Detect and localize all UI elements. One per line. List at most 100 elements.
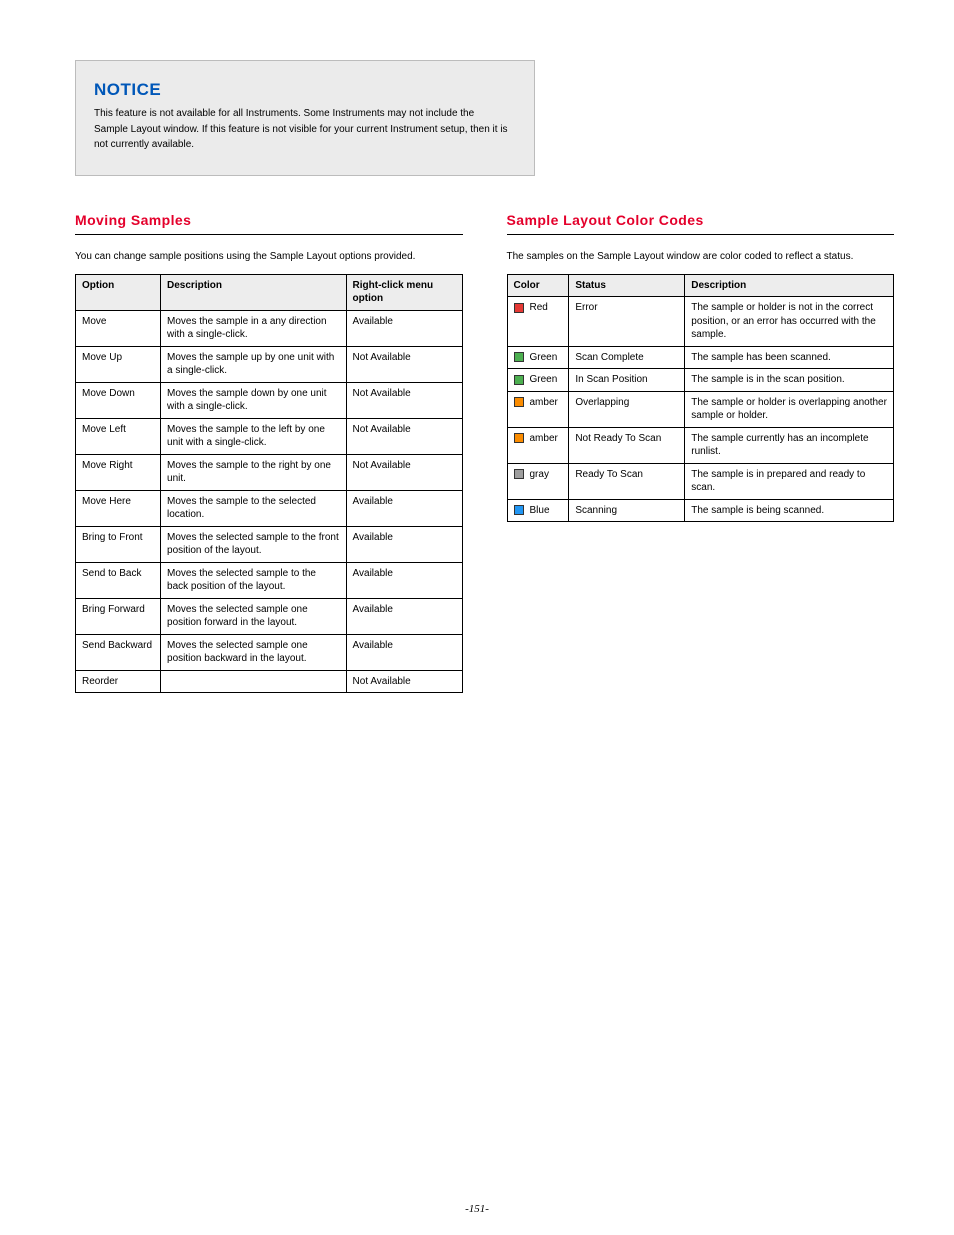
cell-option: Move [76,310,161,346]
cell-option: Move Right [76,454,161,490]
color-label: Green [530,374,558,385]
cell-description: The sample is in the scan position. [685,369,894,392]
cell-rightclick: Available [346,634,462,670]
cell-description: Moves the sample to the selected locatio… [161,490,347,526]
table-row: Move UpMoves the sample up by one unit w… [76,346,463,382]
cell-color: amber [507,427,569,463]
table-row: MoveMoves the sample in a any direction … [76,310,463,346]
table-row: Color Status Description [507,274,894,297]
column-left: Moving Samples You can change sample pos… [75,212,463,694]
cell-status: Scan Complete [569,346,685,369]
cell-description: The sample is in prepared and ready to s… [685,463,894,499]
notice-heading: NOTICE [94,79,510,100]
table-row: Bring ForwardMoves the selected sample o… [76,598,463,634]
right-rule [507,234,895,235]
th-description: Description [161,274,347,310]
cell-description: Moves the sample up by one unit with a s… [161,346,347,382]
table-row: Move LeftMoves the sample to the left by… [76,418,463,454]
green-square-icon [514,375,524,385]
table-row: Blue ScanningThe sample is being scanned. [507,499,894,522]
blue-square-icon [514,505,524,515]
color-label: gray [530,469,549,480]
table-row: gray Ready To ScanThe sample is in prepar… [507,463,894,499]
cell-rightclick: Not Available [346,454,462,490]
cell-rightclick: Not Available [346,382,462,418]
left-intro: You can change sample positions using th… [75,249,463,264]
cell-rightclick: Not Available [346,670,462,693]
table-row: amberOverlappingThe sample or holder is … [507,391,894,427]
color-label: amber [530,433,558,444]
cell-description: The sample currently has an incomplete r… [685,427,894,463]
cell-status: Not Ready To Scan [569,427,685,463]
moving-samples-table: Option Description Right-click menu opti… [75,274,463,694]
orange-square-icon [514,433,524,443]
notice-body: This feature is not available for all In… [94,106,510,153]
cell-description: Moves the selected sample one position b… [161,634,347,670]
color-label: Green [530,352,558,363]
table-row: Green In Scan PositionThe sample is in th… [507,369,894,392]
cell-status: Error [569,297,685,347]
cell-description: Moves the selected sample one position f… [161,598,347,634]
th-option: Option [76,274,161,310]
table-row: Move RightMoves the sample to the right … [76,454,463,490]
cell-color: Blue [507,499,569,522]
right-intro: The samples on the Sample Layout window … [507,249,895,264]
cell-color: Green [507,369,569,392]
cell-status: Scanning [569,499,685,522]
cell-option: Send to Back [76,562,161,598]
table-row: Option Description Right-click menu opti… [76,274,463,310]
gray-square-icon [514,469,524,479]
cell-description: The sample or holder is not in the corre… [685,297,894,347]
color-label: Red [530,302,548,313]
cell-color: amber [507,391,569,427]
column-right: Sample Layout Color Codes The samples on… [507,212,895,694]
color-codes-table: Color Status Description RedErrorThe sam… [507,274,895,523]
cell-description: Moves the sample down by one unit with a… [161,382,347,418]
cell-option: Move Up [76,346,161,382]
cell-status: Ready To Scan [569,463,685,499]
cell-description: The sample has been scanned. [685,346,894,369]
cell-option: Move Here [76,490,161,526]
cell-color: gray [507,463,569,499]
table-row: Bring to FrontMoves the selected sample … [76,526,463,562]
cell-rightclick: Not Available [346,346,462,382]
cell-option: Move Down [76,382,161,418]
th-color: Color [507,274,569,297]
th-description: Description [685,274,894,297]
table-row: Send BackwardMoves the selected sample o… [76,634,463,670]
cell-rightclick: Available [346,562,462,598]
cell-status: In Scan Position [569,369,685,392]
table-row: Green Scan CompleteThe sample has been sc… [507,346,894,369]
table-row: amber Not Ready To ScanThe sample current… [507,427,894,463]
cell-description: Moves the sample to the left by one unit… [161,418,347,454]
cell-rightclick: Available [346,310,462,346]
cell-description: The sample is being scanned. [685,499,894,522]
table-row: Send to BackMoves the selected sample to… [76,562,463,598]
cell-option: Bring to Front [76,526,161,562]
table-row: Move HereMoves the sample to the selecte… [76,490,463,526]
cell-option: Bring Forward [76,598,161,634]
cell-description [161,670,347,693]
red-square-icon [514,303,524,313]
table-row: Move DownMoves the sample down by one un… [76,382,463,418]
right-title: Sample Layout Color Codes [507,212,895,230]
cell-color: Green [507,346,569,369]
table-row: Red ErrorThe sample or holder is not in t… [507,297,894,347]
cell-rightclick: Not Available [346,418,462,454]
cell-description: Moves the sample to the right by one uni… [161,454,347,490]
table-row: Reorder Not Available [76,670,463,693]
cell-status: Overlapping [569,391,685,427]
page-number: -151- [0,1203,954,1215]
th-rightclick: Right-click menu option [346,274,462,310]
left-rule [75,234,463,235]
cell-option: Reorder [76,670,161,693]
cell-rightclick: Available [346,526,462,562]
cell-option: Move Left [76,418,161,454]
cell-description: Moves the selected sample to the back po… [161,562,347,598]
color-label: Blue [530,505,550,516]
cell-rightclick: Available [346,490,462,526]
left-title: Moving Samples [75,212,463,230]
cell-description: Moves the selected sample to the front p… [161,526,347,562]
orange-square-icon [514,397,524,407]
cell-option: Send Backward [76,634,161,670]
